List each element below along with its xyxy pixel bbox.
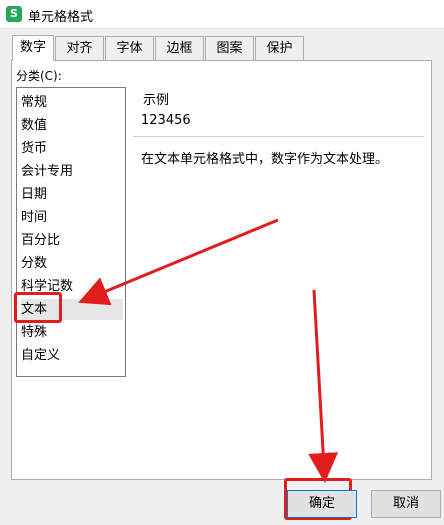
tab-protection[interactable]: 保护 (255, 36, 304, 60)
tab-border[interactable]: 边框 (155, 36, 204, 60)
ok-button[interactable]: 确定 (287, 490, 357, 518)
category-label: 分类(C): (16, 69, 62, 83)
list-item-custom[interactable]: 自定义 (21, 345, 123, 366)
list-item-currency[interactable]: 货币 (21, 138, 123, 159)
text-highlight-box (14, 292, 62, 323)
tab-alignment[interactable]: 对齐 (55, 36, 104, 60)
title-bar: S 单元格格式 (0, 0, 444, 29)
list-item-accounting[interactable]: 会计专用 (21, 161, 123, 182)
tab-number[interactable]: 数字 (12, 35, 54, 61)
tab-font[interactable]: 字体 (105, 36, 154, 60)
list-item-percentage[interactable]: 百分比 (21, 230, 123, 251)
list-item-time[interactable]: 时间 (21, 207, 123, 228)
app-icon: S (6, 6, 22, 22)
format-description: 在文本单元格格式中，数字作为文本处理。 (141, 152, 389, 167)
sample-title: 示例 (141, 89, 172, 108)
tab-pattern[interactable]: 图案 (205, 36, 254, 60)
category-list[interactable]: 常规 数值 货币 会计专用 日期 时间 百分比 分数 科学记数 文本 特殊 自定… (16, 87, 126, 377)
list-item-date[interactable]: 日期 (21, 184, 123, 205)
list-item-general[interactable]: 常规 (21, 92, 123, 113)
window-title: 单元格格式 (28, 10, 94, 25)
sample-value: 123456 (141, 113, 191, 128)
list-item-number[interactable]: 数值 (21, 115, 123, 136)
list-item-special[interactable]: 特殊 (21, 322, 123, 343)
cancel-button[interactable]: 取消 (371, 490, 441, 518)
list-item-fraction[interactable]: 分数 (21, 253, 123, 274)
